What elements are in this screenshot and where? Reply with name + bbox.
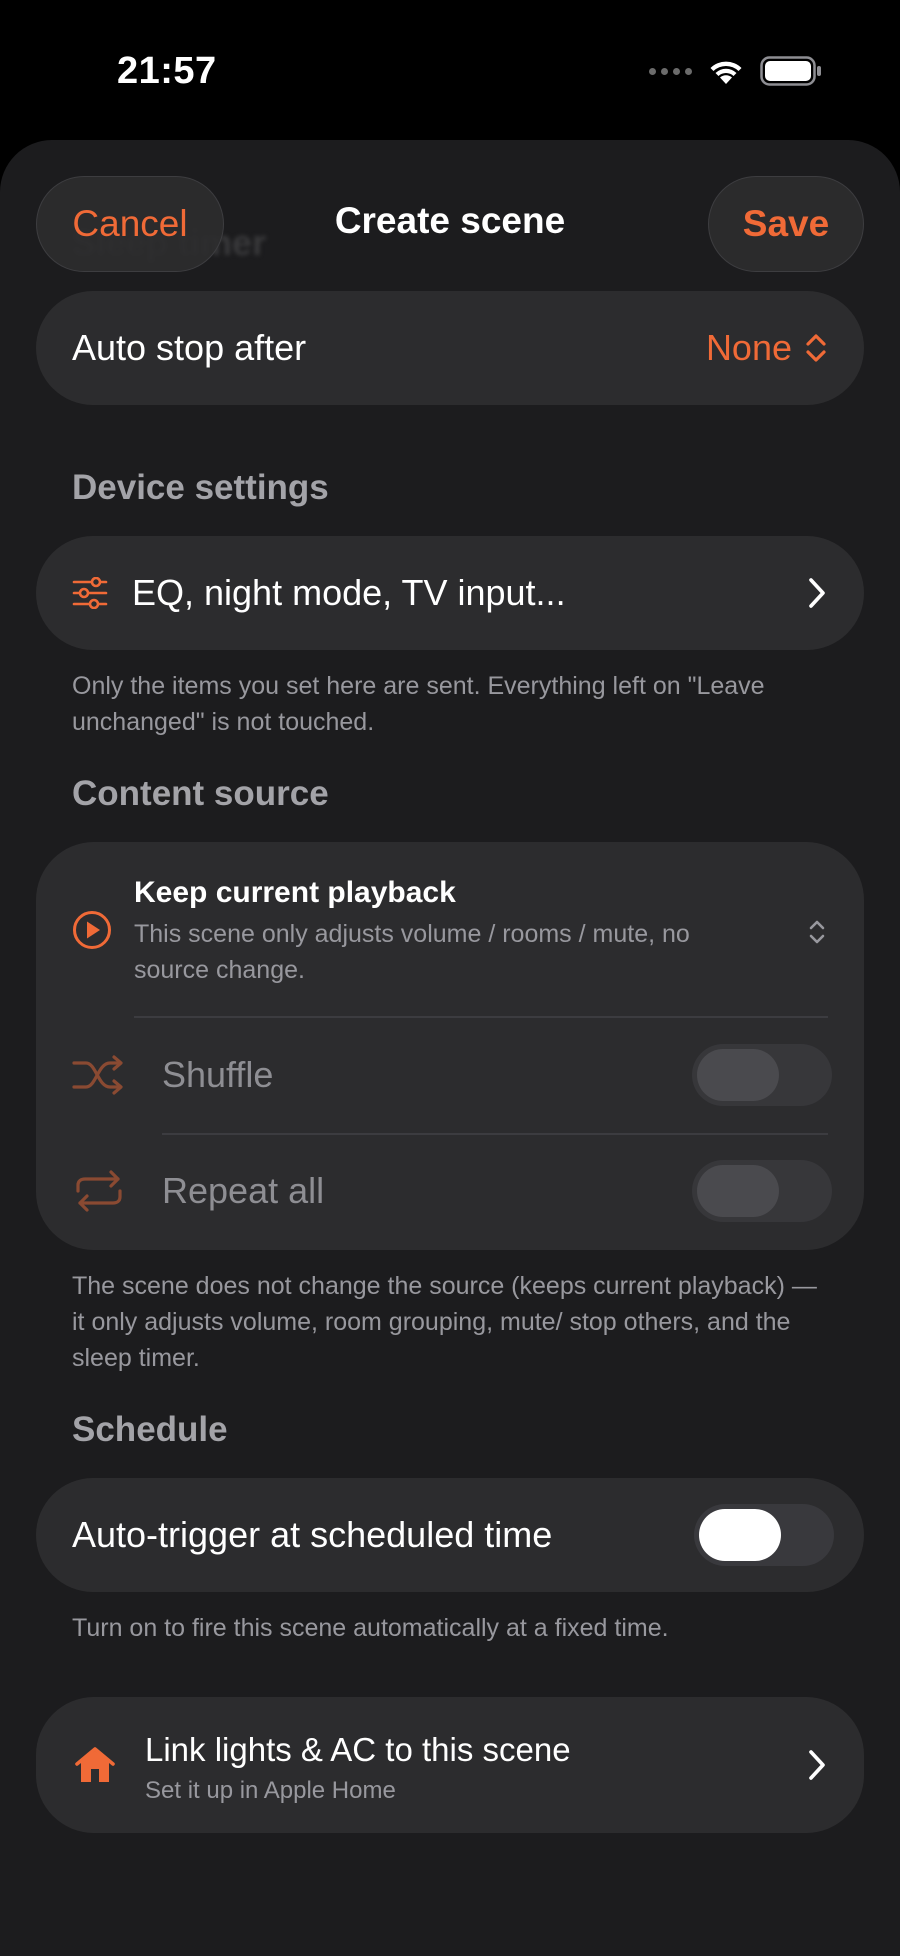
device-settings-row[interactable]: EQ, night mode, TV input... [36, 536, 864, 650]
shuffle-label: Shuffle [162, 1054, 274, 1095]
source-subtitle: This scene only adjusts volume / rooms /… [134, 920, 690, 984]
battery-icon [760, 56, 821, 86]
play-circle-icon [73, 911, 111, 949]
schedule-toggle[interactable] [694, 1504, 834, 1566]
chevron-up-down-icon [809, 920, 825, 944]
content-source-header: Content source [72, 774, 329, 813]
chevron-right-icon [809, 1750, 825, 1780]
repeat-row: Repeat all [36, 1134, 864, 1248]
auto-stop-label: Auto stop after [72, 327, 307, 368]
repeat-toggle[interactable] [692, 1160, 832, 1222]
home-link-title: Link lights & AC to this scene [145, 1731, 571, 1768]
source-picker-row[interactable]: Keep current playback This scene only ad… [36, 842, 864, 1012]
auto-stop-row[interactable]: Auto stop after None [36, 291, 864, 405]
schedule-toggle-label: Auto-trigger at scheduled time [72, 1514, 553, 1555]
home-icon [75, 1747, 115, 1782]
content-source-footnote: The scene does not change the source (ke… [72, 1272, 817, 1372]
source-title: Keep current playback [134, 876, 456, 909]
status-icons [649, 56, 822, 86]
save-button[interactable]: Save [708, 176, 864, 272]
device-settings-header: Device settings [72, 468, 329, 507]
home-link-row[interactable]: Link lights & AC to this scene Set it up… [36, 1697, 864, 1833]
schedule-footnote: Turn on to fire this scene automatically… [72, 1614, 669, 1642]
auto-stop-value: None [705, 327, 792, 368]
schedule-row: Auto-trigger at scheduled time [36, 1478, 864, 1592]
shuffle-toggle[interactable] [692, 1044, 832, 1106]
sliders-icon [72, 577, 108, 609]
create-scene-sheet: Sleep timer Cancel Create scene Save Aut… [0, 140, 900, 1956]
status-bar: 21:57 [0, 0, 900, 140]
repeat-label: Repeat all [162, 1170, 325, 1211]
shuffle-row: Shuffle [36, 1018, 864, 1132]
wifi-icon [710, 61, 742, 84]
chevron-up-down-icon [806, 334, 826, 362]
device-settings-label: EQ, night mode, TV input... [132, 572, 566, 613]
content-source-card: Keep current playback This scene only ad… [36, 842, 864, 1250]
repeat-icon [76, 1170, 122, 1212]
status-time: 21:57 [117, 50, 217, 92]
shuffle-icon [72, 1055, 123, 1095]
device-settings-footnote: Only the items you set here are sent. Ev… [72, 672, 765, 736]
schedule-header: Schedule [72, 1410, 228, 1449]
chevron-right-icon [809, 578, 825, 608]
home-link-subtitle: Set it up in Apple Home [145, 1777, 396, 1804]
cellular-signal-icon [649, 67, 692, 75]
